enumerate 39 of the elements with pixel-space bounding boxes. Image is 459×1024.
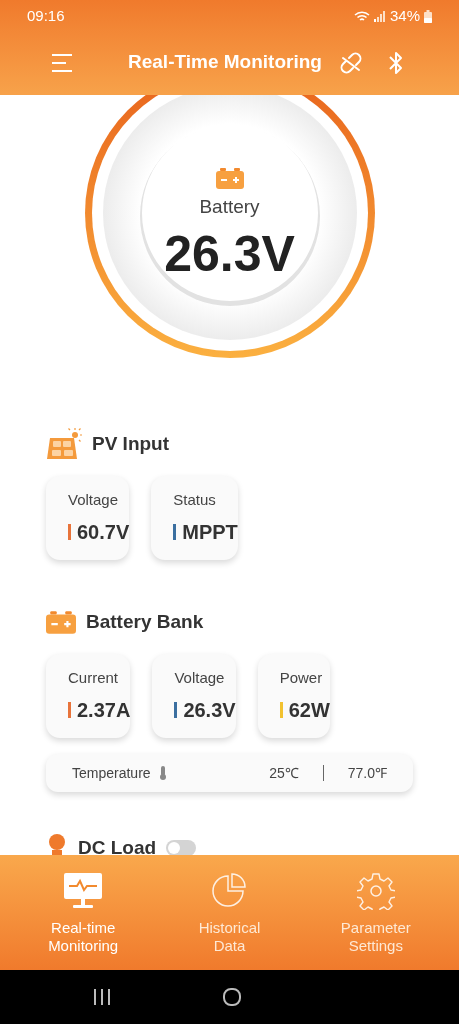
signal-icon bbox=[373, 10, 386, 22]
celsius-value: 25℃ bbox=[269, 763, 299, 783]
battery-icon bbox=[215, 167, 244, 189]
battery-icon bbox=[46, 610, 76, 634]
metric-value: 26.3V bbox=[183, 698, 236, 724]
home-icon[interactable] bbox=[223, 988, 241, 1006]
status-time: 09:16 bbox=[27, 5, 65, 26]
section-title: DC Load bbox=[78, 835, 157, 855]
tab-button[interactable]: Historical Data bbox=[164, 871, 295, 970]
wifi-icon bbox=[353, 9, 370, 23]
metric-label: Voltage bbox=[174, 667, 226, 688]
pie-chart-icon bbox=[211, 873, 248, 909]
bulb-icon bbox=[46, 833, 68, 855]
section-title: Battery Bank bbox=[86, 609, 204, 634]
menu-icon bbox=[50, 52, 74, 73]
battery-percent: 34% bbox=[389, 5, 420, 26]
gauge-value: 26.3V bbox=[164, 224, 295, 284]
battery-icon bbox=[424, 9, 432, 23]
metric-label: Status bbox=[173, 489, 217, 510]
settings-icon bbox=[356, 872, 395, 910]
metric-label: Power bbox=[279, 667, 324, 688]
metric-value: 2.37A bbox=[77, 698, 131, 724]
recent-apps-icon[interactable] bbox=[93, 989, 111, 1005]
metric-label: Current bbox=[68, 667, 120, 688]
tab-button[interactable]: Parameter Settings bbox=[310, 871, 441, 970]
monitor-icon bbox=[63, 872, 104, 910]
section-title: PV Input bbox=[92, 431, 170, 456]
metric-label: Voltage bbox=[68, 489, 120, 510]
solar-panel-icon bbox=[46, 428, 82, 460]
metric-value: 62W bbox=[288, 698, 330, 724]
gauge-label: Battery bbox=[199, 195, 260, 219]
tab-button[interactable]: Real-time Monitoring bbox=[18, 871, 149, 970]
metric-value: 60.7V bbox=[77, 520, 130, 546]
toggle-switch[interactable] bbox=[166, 840, 197, 855]
temperature-label: Temperature bbox=[72, 763, 151, 783]
metric-value: MPPT bbox=[182, 520, 238, 546]
header-title: Real-Time Monitoring bbox=[128, 50, 322, 75]
fahrenheit-value: 77.0℉ bbox=[347, 763, 387, 783]
thermometer-icon bbox=[158, 766, 167, 780]
